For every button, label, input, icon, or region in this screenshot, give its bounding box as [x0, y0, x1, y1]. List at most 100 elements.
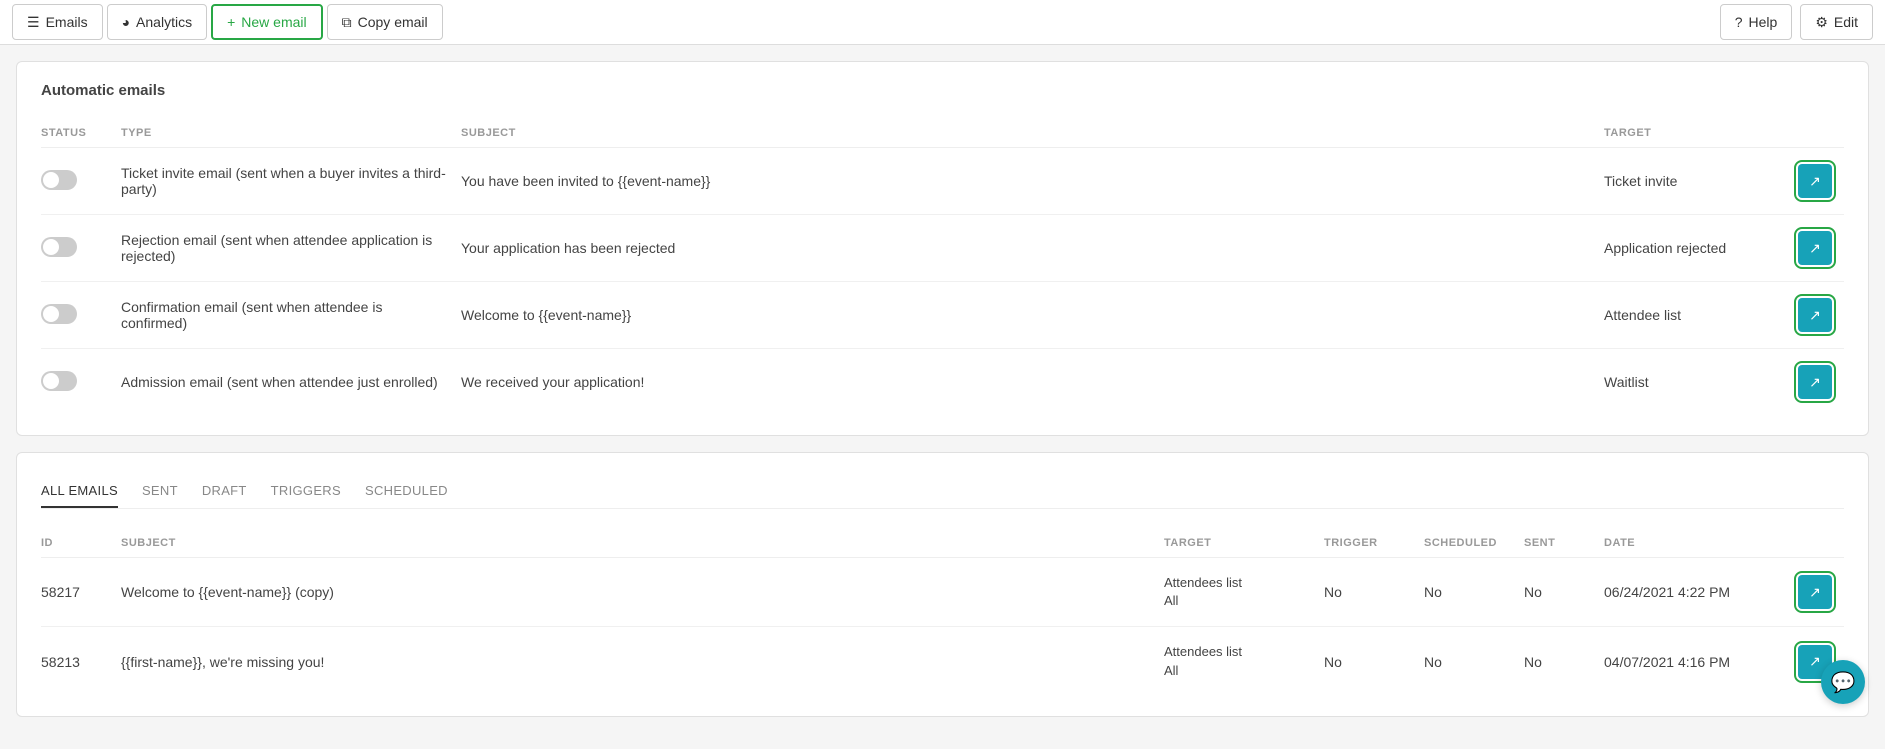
toggle-switch[interactable] [41, 170, 77, 190]
trigger-cell: No [1324, 627, 1424, 696]
date-cell: 04/07/2021 4:16 PM [1604, 627, 1784, 696]
subject-cell: You have been invited to {{event-name}} [461, 148, 1604, 215]
target-cell: Attendees listAll [1164, 558, 1324, 627]
external-link-button[interactable]: ↗ [1798, 164, 1832, 198]
table-row: Ticket invite email (sent when a buyer i… [41, 148, 1844, 215]
new-email-button[interactable]: + New email [211, 4, 323, 40]
edit-button[interactable]: ⚙ Edit [1800, 4, 1873, 40]
target-text: Attendees listAll [1164, 574, 1312, 610]
external-link-icon: ↗ [1809, 584, 1821, 601]
table-row: 58217 Welcome to {{event-name}} (copy) A… [41, 558, 1844, 627]
scheduled-cell: No [1424, 627, 1524, 696]
help-icon: ? [1735, 14, 1743, 30]
help-button[interactable]: ? Help [1720, 4, 1793, 40]
email-list-tab[interactable]: ALL EMAILS [41, 473, 118, 508]
external-link-button[interactable]: ↗ [1798, 231, 1832, 265]
action-cell: ↗ [1784, 558, 1844, 627]
chat-icon: 💬 [1831, 670, 1856, 695]
automatic-emails-card: Automatic emails STATUS TYPE SUBJECT TAR… [16, 61, 1869, 436]
subject-cell: We received your application! [461, 349, 1604, 416]
emails-label: Emails [46, 14, 88, 30]
date-cell: 06/24/2021 4:22 PM [1604, 558, 1784, 627]
type-cell: Confirmation email (sent when attendee i… [121, 282, 461, 349]
external-link-icon: ↗ [1809, 173, 1821, 190]
target-header: TARGET [1604, 119, 1784, 148]
email-list-tabs: ALL EMAILS SENT DRAFT TRIGGERS SCHEDULED [41, 473, 1844, 509]
action-cell: ↗ [1784, 282, 1844, 349]
target-cell: Attendees listAll [1164, 627, 1324, 696]
toggle-cell [41, 215, 121, 282]
external-link-button[interactable]: ↗ [1798, 575, 1832, 609]
id-header: ID [41, 529, 121, 558]
toggle-switch[interactable] [41, 237, 77, 257]
copy-email-button[interactable]: ⧉ Copy email [327, 4, 443, 40]
email-list-card: ALL EMAILS SENT DRAFT TRIGGERS SCHEDULED ID … [16, 452, 1869, 717]
analytics-tab-button[interactable]: ◕ Analytics [107, 4, 208, 40]
table-row: 58213 {{first-name}}, we're missing you!… [41, 627, 1844, 696]
target-cell: Application rejected [1604, 215, 1784, 282]
emails-icon: ☰ [27, 14, 40, 31]
type-cell: Ticket invite email (sent when a buyer i… [121, 148, 461, 215]
external-link-icon: ↗ [1809, 307, 1821, 324]
gear-icon: ⚙ [1815, 14, 1828, 31]
scheduled-cell: No [1424, 558, 1524, 627]
toggle-cell [41, 148, 121, 215]
analytics-label: Analytics [136, 14, 192, 30]
sent-cell: No [1524, 627, 1604, 696]
sent-cell: No [1524, 558, 1604, 627]
emails-tab-button[interactable]: ☰ Emails [12, 4, 103, 40]
analytics-icon: ◕ [122, 14, 130, 30]
action-cell: ↗ [1784, 148, 1844, 215]
top-right-actions: ? Help ⚙ Edit [1720, 4, 1873, 40]
action-cell: ↗ [1784, 349, 1844, 416]
id-cell: 58213 [41, 627, 121, 696]
subject-header: SUBJECT [461, 119, 1604, 148]
copy-email-label: Copy email [358, 14, 428, 30]
edit-label: Edit [1834, 14, 1858, 30]
email-list-tab[interactable]: TRIGGERS [271, 473, 341, 508]
email-list-header-row: ID SUBJECT TARGET TRIGGER SCHEDULED SENT… [41, 529, 1844, 558]
email-list-tab[interactable]: SENT [142, 473, 178, 508]
plus-icon: + [227, 14, 235, 30]
table-row: Rejection email (sent when attendee appl… [41, 215, 1844, 282]
type-header: TYPE [121, 119, 461, 148]
automatic-emails-header-row: STATUS TYPE SUBJECT TARGET [41, 119, 1844, 148]
email-list-tab[interactable]: SCHEDULED [365, 473, 448, 508]
top-navigation: ☰ Emails ◕ Analytics + New email ⧉ Copy … [0, 0, 1885, 45]
new-email-label: New email [241, 14, 306, 30]
external-link-icon: ↗ [1809, 240, 1821, 257]
email-subject-header: SUBJECT [121, 529, 1164, 558]
target-cell: Waitlist [1604, 349, 1784, 416]
external-link-icon: ↗ [1809, 374, 1821, 391]
automatic-emails-table: STATUS TYPE SUBJECT TARGET Ticket invite… [41, 119, 1844, 415]
chat-bubble[interactable]: 💬 [1821, 660, 1865, 704]
subject-cell: Welcome to {{event-name}} [461, 282, 1604, 349]
subject-cell: Welcome to {{event-name}} (copy) [121, 558, 1164, 627]
main-content: Automatic emails STATUS TYPE SUBJECT TAR… [0, 45, 1885, 749]
scheduled-header: SCHEDULED [1424, 529, 1524, 558]
action-header [1784, 119, 1844, 148]
id-cell: 58217 [41, 558, 121, 627]
subject-cell: {{first-name}}, we're missing you! [121, 627, 1164, 696]
help-label: Help [1749, 14, 1778, 30]
automatic-emails-title: Automatic emails [41, 82, 1844, 99]
type-cell: Rejection email (sent when attendee appl… [121, 215, 461, 282]
target-cell: Attendee list [1604, 282, 1784, 349]
status-header: STATUS [41, 119, 121, 148]
table-row: Confirmation email (sent when attendee i… [41, 282, 1844, 349]
table-row: Admission email (sent when attendee just… [41, 349, 1844, 416]
email-action-header [1784, 529, 1844, 558]
email-list-tab[interactable]: DRAFT [202, 473, 247, 508]
trigger-cell: No [1324, 558, 1424, 627]
toggle-switch[interactable] [41, 371, 77, 391]
date-header: DATE [1604, 529, 1784, 558]
external-link-button[interactable]: ↗ [1798, 365, 1832, 399]
email-target-header: TARGET [1164, 529, 1324, 558]
subject-cell: Your application has been rejected [461, 215, 1604, 282]
email-list-table: ID SUBJECT TARGET TRIGGER SCHEDULED SENT… [41, 529, 1844, 696]
external-link-button[interactable]: ↗ [1798, 298, 1832, 332]
toggle-switch[interactable] [41, 304, 77, 324]
target-cell: Ticket invite [1604, 148, 1784, 215]
action-cell: ↗ [1784, 215, 1844, 282]
toggle-cell [41, 349, 121, 416]
